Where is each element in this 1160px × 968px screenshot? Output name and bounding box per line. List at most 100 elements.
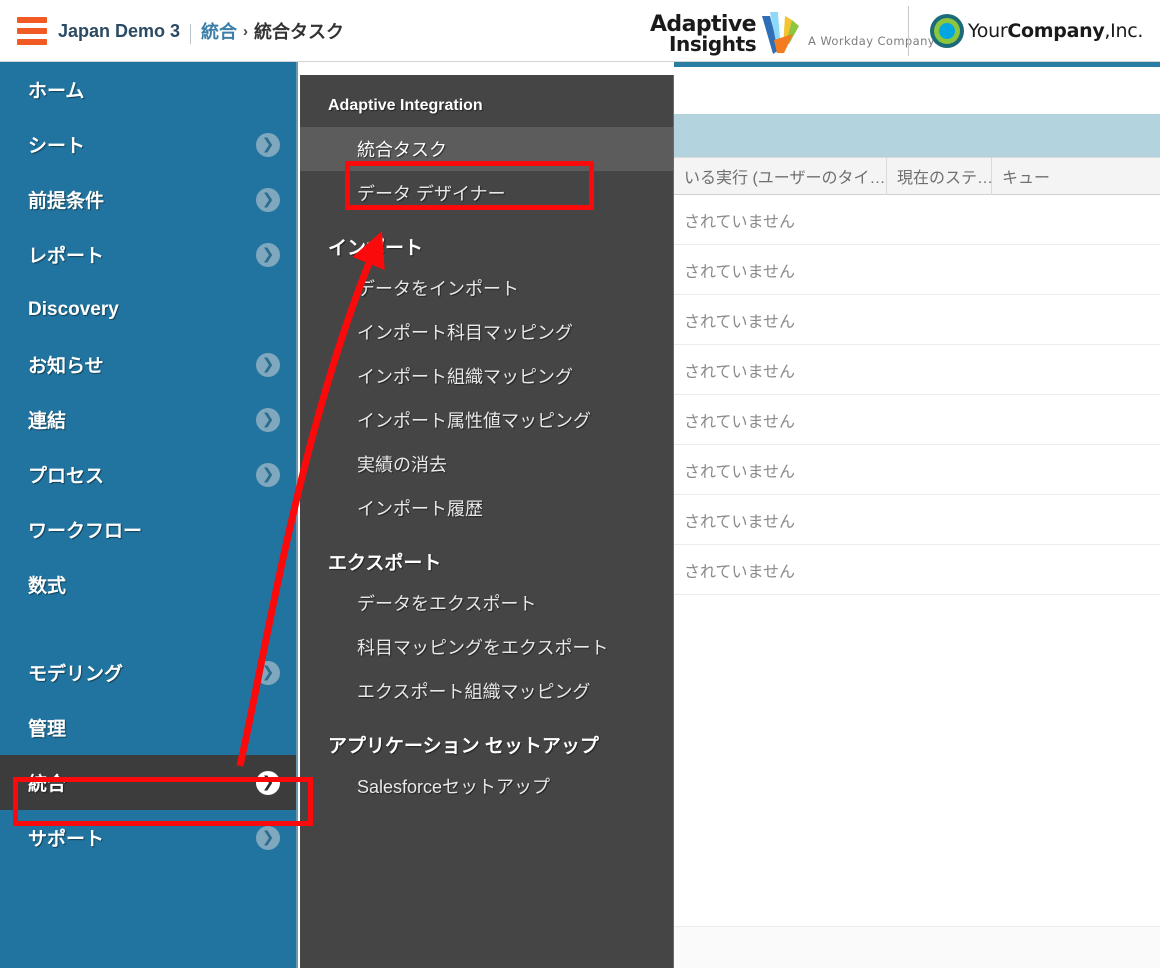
sidebar-item-discovery[interactable]: Discovery	[0, 282, 296, 337]
sidebar-item-consolidation[interactable]: 連結 ❯	[0, 392, 296, 447]
chevron-right-icon: ❯	[256, 770, 280, 795]
cell-running-execution: されていません	[684, 563, 796, 581]
cell-running-execution: されていません	[684, 263, 796, 281]
submenu-item-export-account-mapping[interactable]: 科目マッピングをエクスポート	[300, 625, 673, 669]
breadcrumb-parent[interactable]: 統合	[201, 18, 237, 44]
sidebar-item-label: サポート	[28, 829, 105, 850]
submenu-item-salesforce-setup[interactable]: Salesforceセットアップ	[300, 764, 673, 808]
company-name-suffix: ,Inc.	[1104, 20, 1144, 42]
chevron-right-icon: ❯	[256, 132, 280, 157]
integration-submenu-panel: Adaptive Integration 統合タスク データ デザイナー インポ…	[300, 75, 674, 968]
brand-tagline: A Workday Company	[808, 34, 935, 48]
cell-running-execution: されていません	[684, 313, 796, 331]
hamburger-bar-1	[17, 17, 47, 23]
company-wordmark: YourCompany,Inc.	[968, 20, 1143, 42]
table-row[interactable]: されていません	[674, 195, 1160, 245]
content-footer-strip	[674, 926, 1160, 968]
sidebar-item-modeling[interactable]: モデリング ❯	[0, 645, 296, 700]
sidebar-item-label: シート	[28, 136, 86, 157]
sidebar-item-workflow[interactable]: ワークフロー	[0, 502, 296, 557]
table-row[interactable]: されていません	[674, 395, 1160, 445]
sidebar-item-assumptions[interactable]: 前提条件 ❯	[0, 172, 296, 227]
hamburger-bar-2	[17, 28, 47, 34]
chevron-right-icon: ❯	[256, 660, 280, 685]
sidebar-group-spacer	[0, 612, 296, 645]
sidebar-item-label: モデリング	[28, 664, 124, 685]
brand-name-line2: Insights	[669, 32, 757, 56]
sidebar-item-label: 連結	[28, 411, 67, 432]
column-header-queue[interactable]: キュー	[992, 157, 1160, 195]
submenu-group-import-title: インポート	[328, 238, 424, 259]
hamburger-menu-icon[interactable]	[17, 16, 47, 46]
sidebar-item-label: 前提条件	[28, 191, 105, 212]
submenu-item-import-attribute-mapping[interactable]: インポート属性値マッピング	[300, 398, 673, 442]
table-row[interactable]: されていません	[674, 545, 1160, 595]
sidebar-item-label: ワークフロー	[28, 521, 143, 542]
sidebar-item-reports[interactable]: レポート ❯	[0, 227, 296, 282]
company-circle-icon	[930, 14, 964, 48]
hamburger-bar-3	[17, 39, 47, 45]
main-content-area: いる実行 (ユーザーのタイ… 現在のステ… キュー されていません されていませ…	[674, 62, 1160, 968]
company-circle-ring	[934, 18, 960, 44]
submenu-item-export-org-mapping[interactable]: エクスポート組織マッピング	[300, 669, 673, 713]
sidebar-item-label: レポート	[28, 246, 105, 267]
breadcrumb-separator-icon: ›	[243, 22, 249, 40]
sidebar-item-home[interactable]: ホーム	[0, 62, 296, 117]
column-header-current-status[interactable]: 現在のステ…	[887, 157, 992, 195]
sidebar-item-announcements[interactable]: お知らせ ❯	[0, 337, 296, 392]
table-body: されていません されていません されていません されていません されていません	[674, 195, 1160, 595]
breadcrumb-current: 統合タスク	[254, 22, 345, 42]
company-circle-core	[939, 23, 955, 39]
sidebar-item-administration[interactable]: 管理	[0, 700, 296, 755]
cell-running-execution: されていません	[684, 463, 796, 481]
submenu-item-import-org-mapping[interactable]: インポート組織マッピング	[300, 354, 673, 398]
table-row[interactable]: されていません	[674, 245, 1160, 295]
application-window: Japan Demo 3 統合 › 統合タスク Adaptive Insight…	[0, 0, 1160, 968]
submenu-item-integration-tasks[interactable]: 統合タスク	[300, 127, 673, 171]
table-row[interactable]: されていません	[674, 295, 1160, 345]
submenu-group-appsetup-title: アプリケーション セットアップ	[328, 736, 599, 757]
submenu-item-data-designer[interactable]: データ デザイナー	[300, 171, 673, 215]
sidebar-item-support[interactable]: サポート ❯	[0, 810, 296, 865]
content-top-rule	[674, 62, 1160, 67]
company-name-prefix: Your	[968, 20, 1008, 42]
chevron-right-icon: ❯	[256, 187, 280, 212]
primary-sidebar: ホーム シート ❯ 前提条件 ❯ レポート ❯ Discovery お知らせ ❯…	[0, 62, 298, 968]
cell-running-execution: されていません	[684, 213, 796, 231]
content-toolbar-band	[674, 114, 1160, 157]
submenu-item-import-history[interactable]: インポート履歴	[300, 486, 673, 530]
submenu-item-clear-actuals[interactable]: 実績の消去	[300, 442, 673, 486]
table-row[interactable]: されていません	[674, 445, 1160, 495]
column-header-running-execution[interactable]: いる実行 (ユーザーのタイ…	[674, 157, 887, 195]
breadcrumb-divider	[190, 24, 192, 44]
submenu-item-export-data[interactable]: データをエクスポート	[300, 581, 673, 625]
table-row[interactable]: されていません	[674, 495, 1160, 545]
adaptive-insights-logo: Adaptive Insights A Workday Company	[650, 8, 935, 56]
sidebar-item-process[interactable]: プロセス ❯	[0, 447, 296, 502]
sidebar-item-integration[interactable]: 統合 ❯	[0, 755, 296, 810]
breadcrumb-tenant[interactable]: Japan Demo 3	[58, 21, 180, 42]
submenu-group-export-title: エクスポート	[328, 553, 442, 574]
cell-running-execution: されていません	[684, 413, 796, 431]
content-empty-area	[674, 668, 1160, 968]
header-logo-divider	[908, 6, 909, 56]
company-name-bold: Company	[1007, 20, 1105, 42]
chevron-right-icon: ❯	[256, 407, 280, 432]
your-company-logo: YourCompany,Inc.	[930, 13, 1143, 49]
sidebar-item-label: 管理	[28, 719, 67, 740]
table-row[interactable]: されていません	[674, 345, 1160, 395]
chevron-right-icon: ❯	[256, 825, 280, 850]
sidebar-item-label: Discovery	[28, 298, 119, 320]
sidebar-item-label: プロセス	[28, 466, 105, 487]
sidebar-item-label: ホーム	[28, 81, 85, 102]
submenu-item-import-account-mapping[interactable]: インポート科目マッピング	[300, 310, 673, 354]
sidebar-item-label: 数式	[28, 576, 67, 597]
breadcrumb: Japan Demo 3 統合 › 統合タスク	[58, 16, 344, 46]
sidebar-item-label: お知らせ	[28, 356, 104, 377]
top-header-bar: Japan Demo 3 統合 › 統合タスク Adaptive Insight…	[0, 0, 1160, 62]
chevron-right-icon: ❯	[256, 462, 280, 487]
cell-running-execution: されていません	[684, 363, 796, 381]
submenu-item-import-data[interactable]: データをインポート	[300, 266, 673, 310]
sidebar-item-sheets[interactable]: シート ❯	[0, 117, 296, 172]
sidebar-item-formulas[interactable]: 数式	[0, 557, 296, 612]
